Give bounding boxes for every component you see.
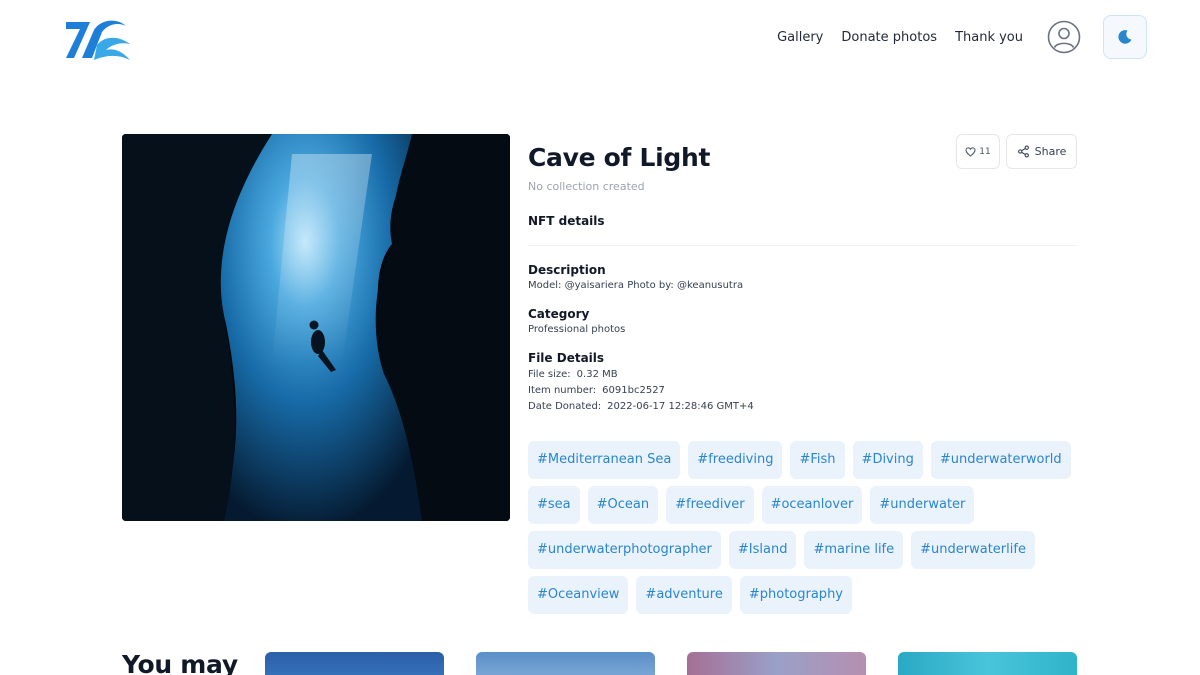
tag-list: #Mediterranean Sea #freediving #Fish #Di… (528, 441, 1077, 621)
nav-donate-photos[interactable]: Donate photos (841, 30, 937, 45)
file-size-row: File size: 0.32 MB (528, 367, 1077, 383)
nft-details-heading: NFT details (528, 214, 605, 228)
nft-details-panel: 11 Share Cave of Light No collection cre… (528, 134, 1077, 415)
nav-gallery[interactable]: Gallery (777, 30, 823, 45)
description-text: Model: @yaisariera Photo by: @keanusutra (528, 280, 744, 291)
category-section: Category Professional photos (528, 307, 1077, 335)
related-thumbnail[interactable] (476, 652, 655, 675)
share-icon (1017, 145, 1029, 158)
theme-toggle-button[interactable] (1103, 15, 1147, 59)
tag-sea[interactable]: #sea (528, 486, 580, 524)
related-heading: You may (122, 650, 238, 675)
date-donated-label: Date Donated: (528, 401, 602, 412)
tag-diving[interactable]: #Diving (852, 441, 923, 479)
description-section: Description Model: @yaisariera Photo by:… (528, 263, 1077, 291)
file-size-label: File size: (528, 369, 571, 380)
like-count: 11 (979, 146, 991, 157)
nav-thank-you[interactable]: Thank you (955, 30, 1023, 45)
site-logo[interactable] (64, 18, 132, 62)
tag-island[interactable]: #Island (728, 531, 797, 569)
tag-photography[interactable]: #photography (739, 576, 852, 614)
item-number-label: Item number: (528, 385, 597, 396)
file-details-heading: File Details (528, 351, 605, 365)
file-size-value: 0.32 MB (576, 369, 618, 380)
share-label: Share (1034, 145, 1067, 158)
tag-oceanlover[interactable]: #oceanlover (761, 486, 863, 524)
top-nav: Gallery Donate photos Thank you (777, 15, 1147, 59)
tag-underwaterlife[interactable]: #underwaterlife (911, 531, 1035, 569)
tag-freediving[interactable]: #freediving (688, 441, 783, 479)
collection-status: No collection created (528, 180, 645, 193)
tag-freediver[interactable]: #freediver (666, 486, 754, 524)
category-text: Professional photos (528, 324, 626, 335)
tag-row: #Oceanview #adventure #photography (528, 576, 1077, 614)
heart-icon (965, 146, 976, 157)
user-circle-icon (1047, 20, 1081, 54)
date-donated-value: 2022-06-17 12:28:46 GMT+4 (607, 401, 754, 412)
profile-button[interactable] (1047, 20, 1081, 54)
tag-fish[interactable]: #Fish (790, 441, 845, 479)
file-details-section: File Details File size: 0.32 MB Item numb… (528, 351, 1077, 415)
related-thumbnail[interactable] (898, 652, 1077, 675)
like-button[interactable]: 11 (956, 134, 1000, 169)
tag-adventure[interactable]: #adventure (636, 576, 732, 614)
item-number-value: 6091bc2527 (602, 385, 665, 396)
category-heading: Category (528, 307, 590, 321)
tag-row: #underwaterphotographer #Island #marine … (528, 531, 1077, 569)
description-heading: Description (528, 263, 606, 277)
share-button[interactable]: Share (1006, 134, 1077, 169)
tag-row: #sea #Ocean #freediver #oceanlover #unde… (528, 486, 1077, 524)
nft-photo (122, 134, 510, 521)
tag-mediterranean-sea[interactable]: #Mediterranean Sea (528, 441, 681, 479)
tag-row: #Mediterranean Sea #freediving #Fish #Di… (528, 441, 1077, 479)
tag-marine-life[interactable]: #marine life (804, 531, 904, 569)
date-donated-row: Date Donated: 2022-06-17 12:28:46 GMT+4 (528, 399, 1077, 415)
related-thumbnail[interactable] (687, 652, 866, 675)
tag-underwater[interactable]: #underwater (870, 486, 975, 524)
divider (528, 245, 1077, 246)
tag-underwaterworld[interactable]: #underwaterworld (930, 441, 1071, 479)
tag-ocean[interactable]: #Ocean (587, 486, 659, 524)
item-number-row: Item number: 6091bc2527 (528, 383, 1077, 399)
photo-actions: 11 Share (956, 134, 1077, 169)
tag-underwaterphotographer[interactable]: #underwaterphotographer (528, 531, 721, 569)
tag-oceanview[interactable]: #Oceanview (528, 576, 629, 614)
related-thumbnail[interactable] (265, 652, 444, 675)
moon-icon (1118, 30, 1132, 44)
